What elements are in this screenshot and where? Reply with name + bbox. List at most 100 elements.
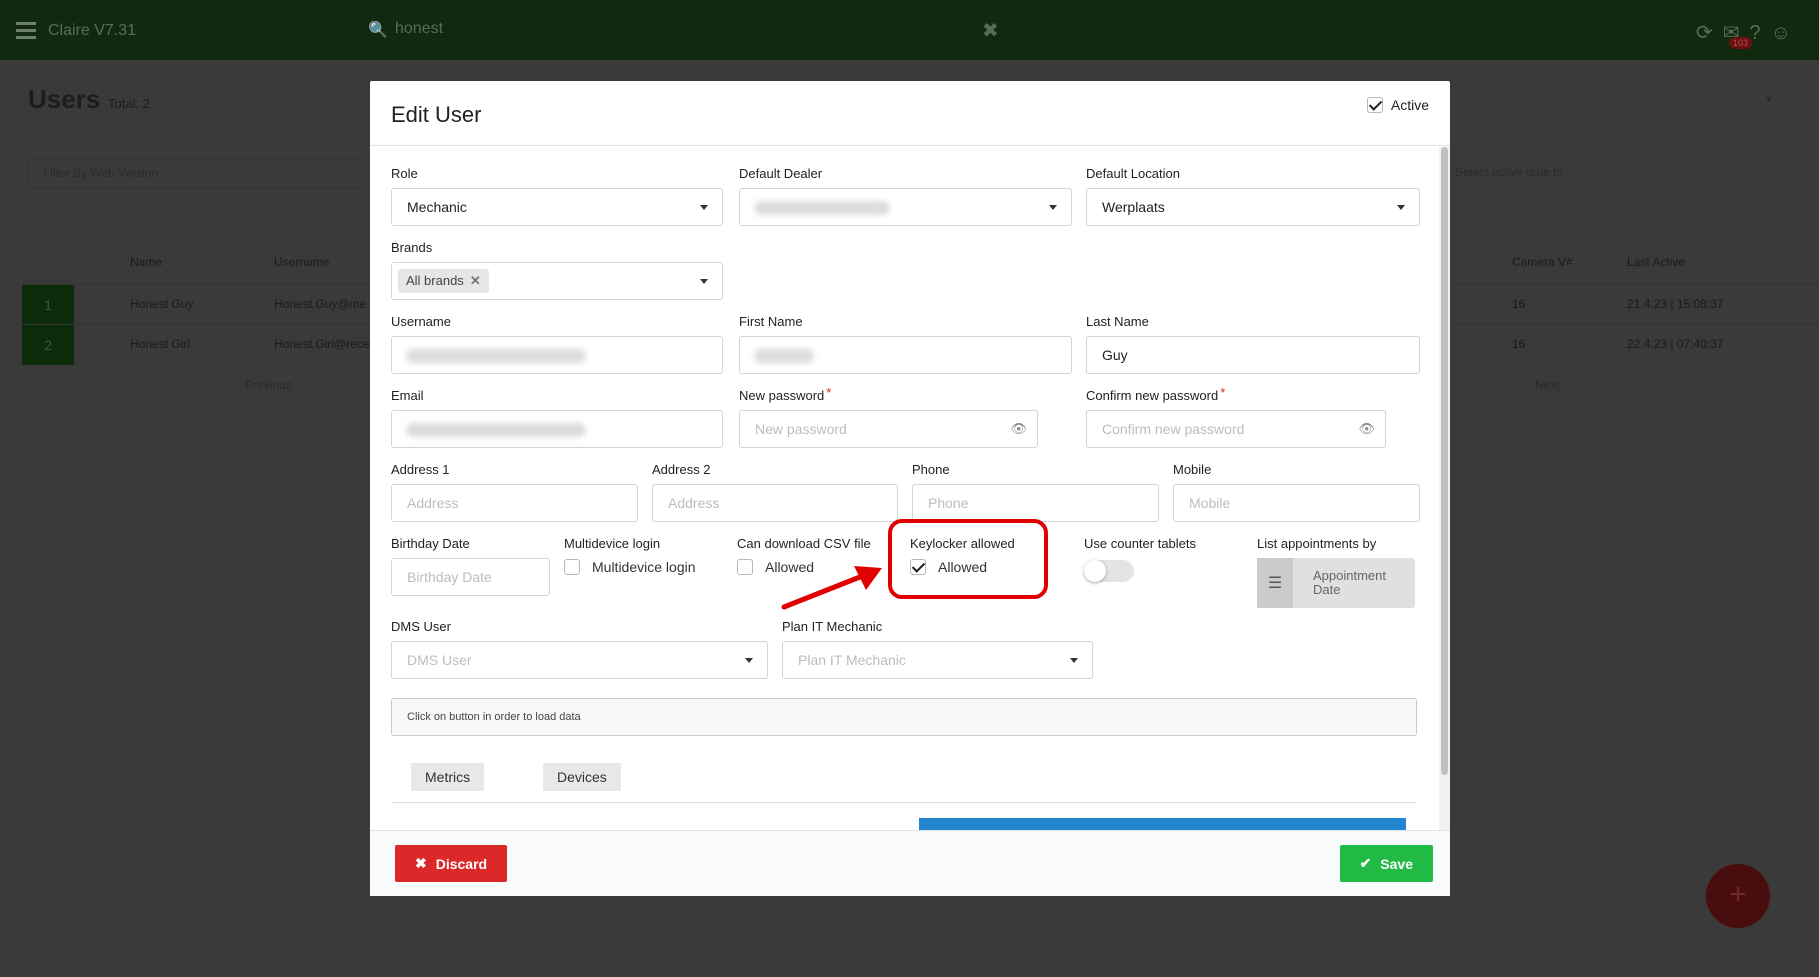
clear-search-icon[interactable]: ✖ — [982, 18, 999, 43]
button-line-2: Date — [1313, 582, 1341, 597]
new-password-label-text: New password — [739, 388, 825, 403]
refresh-icon[interactable]: ⟳ — [1696, 22, 1723, 44]
role-label: Role — [391, 166, 418, 181]
row-camera: 16 — [1512, 337, 1526, 351]
row-last-active: 21.4.23 | 15:08:37 — [1627, 297, 1724, 311]
required-marker: * — [1220, 385, 1226, 400]
chevron-down-icon — [700, 279, 708, 284]
active-check-icon[interactable] — [1366, 97, 1383, 113]
default-dealer-label: Default Dealer — [739, 166, 823, 181]
divider — [391, 802, 1417, 803]
first-name-input[interactable] — [739, 336, 1072, 374]
modal-title: Edit User — [391, 102, 482, 127]
birthday-label: Birthday Date — [391, 536, 470, 551]
column-header-username[interactable]: Username — [274, 255, 329, 269]
annotation-arrow-icon — [781, 566, 882, 610]
brands-multiselect[interactable]: All brands ✕ — [391, 262, 723, 300]
modal-header: Edit User Active — [370, 81, 1450, 146]
first-name-label: First Name — [739, 314, 803, 329]
confirm-password-input[interactable]: Confirm new password 👁 — [1086, 410, 1386, 448]
row-username: Honest.Girl@rece — [274, 337, 370, 351]
search-input[interactable]: honest — [395, 20, 443, 38]
email-input[interactable] — [391, 410, 723, 448]
chevron-down-icon — [1049, 205, 1057, 210]
last-name-input[interactable]: Guy — [1086, 336, 1420, 374]
user-icon[interactable]: ☺ — [1771, 22, 1801, 44]
tab-devices[interactable]: Devices — [543, 763, 621, 791]
active-date-filter[interactable]: Select active date to — [1455, 158, 1805, 188]
redacted-value — [406, 349, 586, 363]
address1-label: Address 1 — [391, 462, 450, 477]
column-header-camera[interactable]: Camera V# — [1512, 255, 1573, 269]
active-label: Active — [1390, 97, 1429, 113]
column-header-name[interactable]: Name — [130, 255, 162, 269]
new-password-input[interactable]: New password 👁 — [739, 410, 1038, 448]
default-location-dropdown[interactable]: Werplaats — [1086, 188, 1420, 226]
save-button[interactable]: ✔ Save — [1339, 845, 1433, 882]
role-dropdown[interactable]: Mechanic — [391, 188, 723, 226]
plan-it-dropdown[interactable]: Plan IT Mechanic — [782, 641, 1093, 679]
active-checkbox[interactable]: Active — [1366, 97, 1429, 113]
discard-button[interactable]: ✖ Discard — [395, 845, 508, 882]
total-count: Total: 2 — [108, 96, 150, 111]
list-appointments-button[interactable]: ☰ Appointment Date — [1257, 558, 1415, 608]
hamburger-menu-icon[interactable] — [16, 22, 36, 39]
discard-label: Discard — [435, 855, 488, 872]
birthday-input[interactable]: Birthday Date — [391, 558, 550, 596]
mobile-input[interactable]: Mobile — [1173, 484, 1420, 522]
confirm-password-label: Confirm new password * — [1086, 385, 1226, 403]
scrollbar-thumb[interactable] — [1441, 147, 1448, 775]
brands-label: Brands — [391, 240, 433, 255]
button-line-1: Appointment — [1313, 568, 1386, 583]
redacted-value — [406, 423, 586, 437]
help-icon[interactable]: ? — [1749, 22, 1770, 44]
chevron-down-icon — [700, 205, 708, 210]
phone-label: Phone — [912, 462, 950, 477]
add-user-button[interactable]: + — [1706, 864, 1770, 928]
redacted-value — [754, 349, 814, 363]
dms-user-dropdown[interactable]: DMS User — [391, 641, 768, 679]
brand-tag: All brands ✕ — [398, 269, 489, 293]
multidevice-label: Multidevice login — [564, 536, 661, 551]
modal-scrollbar[interactable] — [1439, 147, 1450, 830]
app-title: Claire V7.31 — [48, 22, 137, 39]
default-dealer-dropdown[interactable] — [739, 188, 1072, 226]
multidevice-checkbox[interactable]: Multidevice login — [564, 559, 696, 575]
row-last-active: 22.4.23 | 07:40:37 — [1627, 337, 1724, 351]
column-header-last-active[interactable]: Last Active — [1627, 255, 1685, 269]
list-icon: ☰ — [1257, 558, 1293, 608]
chevron-down-icon — [1397, 205, 1405, 210]
username-label: Username — [391, 314, 451, 329]
tab-metrics[interactable]: Metrics — [411, 763, 485, 791]
annotation-highlight-box — [888, 519, 1048, 599]
row-name: Honest Guy — [130, 297, 194, 311]
checkbox-box[interactable] — [564, 559, 580, 575]
modal-footer: ✖ Discard ✔ Save — [370, 830, 1450, 896]
address2-input[interactable]: Address — [652, 484, 898, 522]
multidevice-option: Multidevice login — [592, 559, 696, 575]
counter-tablets-toggle[interactable] — [1084, 560, 1134, 582]
eye-icon[interactable]: 👁 — [1010, 421, 1027, 437]
address1-input[interactable]: Address — [391, 484, 638, 522]
web-version-filter[interactable]: Filter By Web Version — [28, 158, 363, 188]
plan-it-placeholder: Plan IT Mechanic — [798, 652, 906, 668]
remove-tag-icon[interactable]: ✕ — [470, 273, 481, 288]
save-label: Save — [1380, 855, 1413, 872]
default-location-label: Default Location — [1086, 166, 1180, 181]
mobile-label: Mobile — [1173, 462, 1212, 477]
checkbox-box[interactable] — [737, 559, 753, 575]
previous-page-link[interactable]: Previous — [245, 378, 292, 392]
load-data-button[interactable] — [919, 818, 1406, 830]
next-page-link[interactable]: Next — [1535, 378, 1560, 392]
chevron-down-icon[interactable]: ▾ — [1766, 92, 1772, 106]
dms-user-label: DMS User — [391, 619, 451, 634]
eye-icon[interactable]: 👁 — [1358, 421, 1375, 437]
new-password-label: New password * — [739, 385, 831, 403]
default-location-value: Werplaats — [1102, 199, 1165, 215]
plan-it-label: Plan IT Mechanic — [782, 619, 883, 634]
chevron-down-icon — [1070, 658, 1078, 663]
phone-input[interactable]: Phone — [912, 484, 1159, 522]
row-number: 1 — [22, 285, 74, 325]
username-input[interactable] — [391, 336, 723, 374]
row-camera: 16 — [1512, 297, 1526, 311]
